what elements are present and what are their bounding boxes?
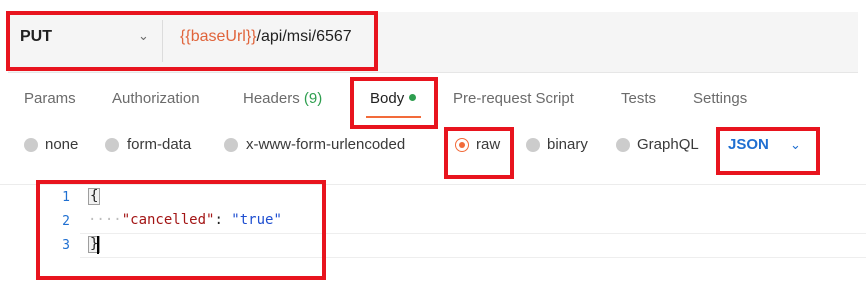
- tab-body-label: Body: [370, 90, 405, 107]
- tab-settings[interactable]: Settings: [693, 90, 747, 107]
- code-line-1[interactable]: {: [88, 188, 101, 205]
- radio-form-data[interactable]: [105, 138, 119, 152]
- json-separator: :: [214, 212, 232, 228]
- tab-params[interactable]: Params: [24, 90, 76, 107]
- code-line-2[interactable]: ····"cancelled": "true": [88, 212, 282, 228]
- tab-headers[interactable]: Headers (9): [243, 90, 322, 107]
- chevron-down-icon[interactable]: ⌄: [138, 28, 149, 44]
- text-cursor: [97, 236, 99, 254]
- tab-headers-label: Headers: [243, 90, 300, 107]
- tab-pre-request-script[interactable]: Pre-request Script: [453, 90, 574, 107]
- line-number: 2: [62, 214, 70, 229]
- radio-raw[interactable]: [455, 138, 469, 152]
- chevron-down-icon[interactable]: ⌄: [790, 137, 801, 153]
- url-path: /api/msi/6567: [256, 28, 352, 45]
- tab-authorization[interactable]: Authorization: [112, 90, 200, 107]
- line-number: 1: [62, 190, 70, 205]
- radio-graphql[interactable]: [616, 138, 630, 152]
- radio-label-none[interactable]: none: [45, 136, 78, 153]
- highlight-box-raw: [444, 127, 514, 179]
- radio-label-x-www-form-urlencoded[interactable]: x-www-form-urlencoded: [246, 136, 405, 153]
- editor-line-rule: [80, 233, 866, 234]
- active-dot-icon: [409, 94, 417, 101]
- indent-whitespace: ····: [88, 212, 122, 228]
- radio-x-www-form-urlencoded[interactable]: [224, 138, 238, 152]
- url-divider: [162, 20, 163, 62]
- radio-none[interactable]: [24, 138, 38, 152]
- radio-label-form-data[interactable]: form-data: [127, 136, 191, 153]
- tab-body[interactable]: Body: [370, 90, 417, 107]
- matched-bracket: {: [88, 188, 101, 205]
- url-variable: {{baseUrl}}: [180, 28, 257, 45]
- active-tab-underline: [366, 116, 421, 118]
- radio-label-raw[interactable]: raw: [476, 136, 500, 153]
- radio-label-graphql[interactable]: GraphQL: [637, 136, 699, 153]
- tab-headers-count: (9): [303, 90, 323, 107]
- method-select[interactable]: PUT: [20, 28, 52, 46]
- editor-line-rule: [80, 257, 866, 258]
- editor-divider: [0, 184, 866, 185]
- json-value: "true": [231, 212, 282, 228]
- radio-label-binary[interactable]: binary: [547, 136, 588, 153]
- json-key: "cancelled": [121, 212, 215, 228]
- highlight-box-editor: [36, 180, 326, 280]
- url-input[interactable]: {{baseUrl}}/api/msi/6567: [180, 28, 352, 46]
- raw-format-select[interactable]: JSON: [728, 136, 769, 153]
- radio-binary[interactable]: [526, 138, 540, 152]
- tab-tests[interactable]: Tests: [621, 90, 656, 107]
- url-bar: [8, 12, 858, 73]
- line-number: 3: [62, 238, 70, 253]
